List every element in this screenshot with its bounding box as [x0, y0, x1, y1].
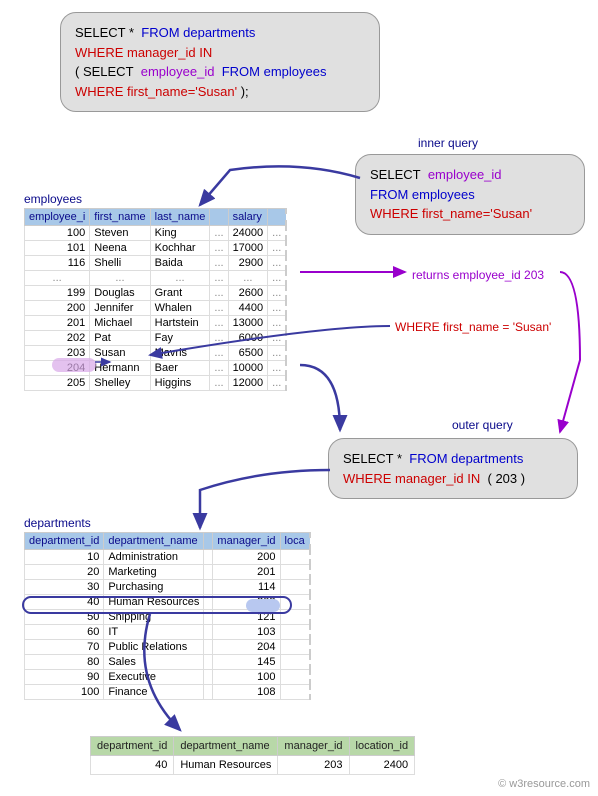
sql-open: ( SELECT: [75, 64, 134, 79]
table-row: 116ShelliBaida...2900...: [25, 256, 287, 271]
oq-from: FROM departments: [409, 451, 523, 466]
departments-title: departments: [24, 516, 91, 530]
row-circle-40: [22, 596, 292, 614]
col-header: last_name: [150, 209, 210, 226]
sql-keyword: SELECT *: [75, 25, 134, 40]
iq-from: FROM employees: [370, 187, 475, 202]
sql-from: FROM departments: [141, 25, 255, 40]
highlight-203-susan: [52, 358, 96, 372]
table-row: 60IT103: [25, 625, 310, 640]
table-row: 200JenniferWhalen...4400...: [25, 301, 287, 316]
col-header: first_name: [90, 209, 150, 226]
col-header: salary: [228, 209, 268, 226]
table-row: 205ShelleyHiggins...12000...: [25, 376, 287, 391]
table-row: 202PatFay...6000...: [25, 331, 287, 346]
col-header: manager_id: [278, 737, 349, 756]
sql-col: employee_id: [141, 64, 215, 79]
col-header: [204, 533, 213, 550]
inner-query-box: SELECT employee_id FROM employees WHERE …: [355, 154, 585, 235]
table-row: 10Administration200: [25, 550, 310, 565]
table-row: 199DouglasGrant...2600...: [25, 286, 287, 301]
col-header: department_name: [104, 533, 204, 550]
iq-where: WHERE first_name='Susan': [370, 206, 532, 221]
table-row: 101NeenaKochhar...17000...: [25, 241, 287, 256]
col-header: department_id: [25, 533, 104, 550]
table-row: 80Sales145: [25, 655, 310, 670]
table-row: 100StevenKing...24000...: [25, 226, 287, 241]
departments-table: department_iddepartment_name manager_idlo…: [24, 532, 311, 700]
col-header: department_id: [91, 737, 174, 756]
iq-select: SELECT: [370, 167, 421, 182]
col-header: department_name: [174, 737, 278, 756]
sql-from2: FROM employees: [222, 64, 327, 79]
table-row: 201MichaelHartstein...13000...: [25, 316, 287, 331]
table-row: 20Marketing201: [25, 565, 310, 580]
col-header: manager_id: [213, 533, 280, 550]
col-header: employee_i: [25, 209, 90, 226]
col-header: location_id: [349, 737, 415, 756]
table-row: ..................: [25, 271, 287, 286]
outer-query-box: SELECT * FROM departments WHERE manager_…: [328, 438, 578, 499]
table-row: 30Purchasing114: [25, 580, 310, 595]
outer-query-label: outer query: [452, 418, 513, 432]
main-query-box: SELECT * FROM departments WHERE manager_…: [60, 12, 380, 112]
employees-title: employees: [24, 192, 82, 206]
table-row: 100Finance108: [25, 685, 310, 700]
sql-close: );: [237, 84, 249, 99]
table-row: 90Executive100: [25, 670, 310, 685]
watermark: © w3resource.com: [498, 778, 590, 790]
col-header: loca: [280, 533, 310, 550]
oq-val: ( 203 ): [488, 471, 526, 486]
result-table: department_iddepartment_namemanager_idlo…: [90, 736, 415, 775]
sql-where2: WHERE first_name='Susan': [75, 84, 237, 99]
inner-query-label: inner query: [418, 136, 478, 150]
iq-col: employee_id: [428, 167, 502, 182]
col-header: [210, 209, 228, 226]
sql-where: WHERE manager_id IN: [75, 45, 212, 60]
oq-where: WHERE manager_id IN: [343, 471, 480, 486]
table-row: 70Public Relations204: [25, 640, 310, 655]
returns-label: returns employee_id 203: [412, 268, 544, 282]
where-first-label: WHERE first_name = 'Susan': [395, 320, 551, 334]
oq-select: SELECT *: [343, 451, 402, 466]
